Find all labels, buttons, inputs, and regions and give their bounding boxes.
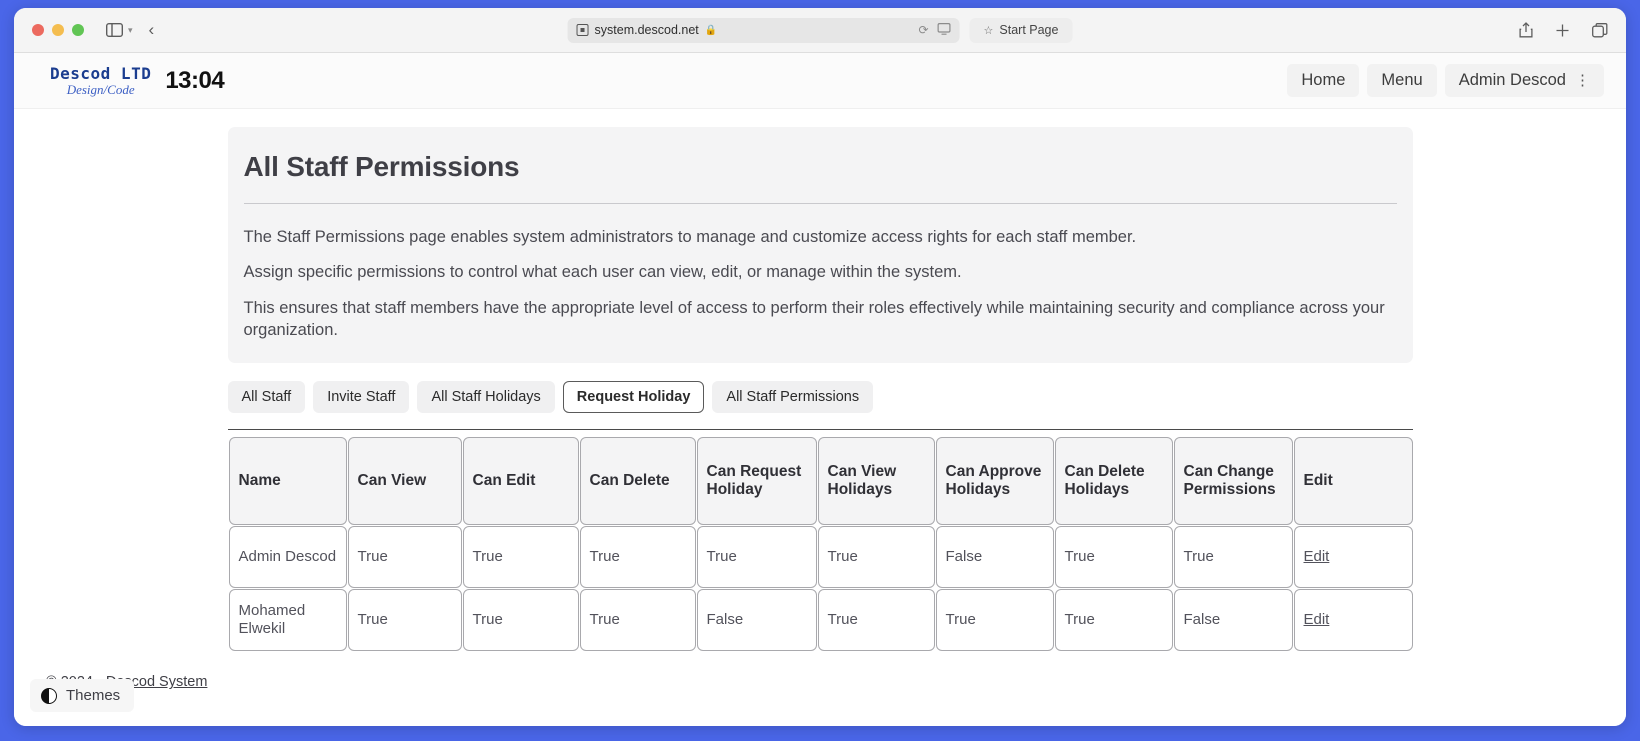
cell-name: Admin Descod (228, 526, 347, 589)
col-header-can-edit: Can Edit (462, 437, 579, 526)
lock-icon: 🔒 (704, 24, 718, 36)
contrast-icon (41, 687, 57, 704)
cell-can-delete-holidays: True (1054, 526, 1173, 589)
chevron-left-icon[interactable]: ‹ (149, 20, 155, 40)
maximize-window-button[interactable] (72, 24, 84, 36)
brand-block: Descod LTD Design/Code 13:04 (50, 63, 225, 97)
col-header-can-delete: Can Delete (579, 437, 696, 526)
clock: 13:04 (165, 66, 225, 94)
col-header-can-view-holidays: Can View Holidays (817, 437, 935, 526)
cell-can-edit: True (462, 526, 579, 589)
themes-label: Themes (66, 687, 121, 704)
logo-subtitle: Design/Code (66, 81, 135, 97)
tab-all-staff-holidays[interactable]: All Staff Holidays (417, 381, 555, 414)
cell-can-view-holidays: True (817, 589, 935, 652)
cell-action: Edit (1293, 589, 1413, 652)
cell-can-view: True (347, 589, 462, 652)
chevron-down-icon[interactable]: ▾ (128, 25, 133, 36)
browser-toolbar: ▾ ‹ system.descod.net 🔒 ⟳ ☆ Start Page (14, 8, 1626, 53)
page-viewport: Descod LTD Design/Code 13:04 Home Menu A… (14, 53, 1626, 726)
col-header-name: Name (228, 437, 347, 526)
reload-icon[interactable]: ⟳ (918, 23, 928, 37)
cell-can-change-permissions: True (1173, 526, 1293, 589)
col-header-can-request-holiday: Can Request Holiday (696, 437, 817, 526)
browser-window: ▾ ‹ system.descod.net 🔒 ⟳ ☆ Start Page D… (14, 8, 1626, 726)
url-text: system.descod.net (594, 23, 699, 37)
site-footer: © 2024 - Descod System (14, 674, 1626, 690)
staff-permissions-table: Name Can View Can Edit Can Delete Can Re… (228, 436, 1414, 652)
start-page-button[interactable]: ☆ Start Page (969, 17, 1073, 43)
start-page-label: Start Page (999, 23, 1059, 37)
table-row: Mohamed Elwekil True True True False Tru… (228, 589, 1413, 652)
nav-item-admin-descod[interactable]: Admin Descod ⋮ (1444, 64, 1604, 97)
cell-can-edit: True (462, 589, 579, 652)
nav-item-home[interactable]: Home (1287, 64, 1360, 97)
share-icon[interactable] (1519, 22, 1533, 38)
cell-can-approve-holidays: True (935, 589, 1054, 652)
info-card: All Staff Permissions The Staff Permissi… (227, 127, 1413, 364)
screen-share-icon[interactable] (937, 22, 951, 38)
cell-can-delete-holidays: True (1054, 589, 1173, 652)
cell-can-request-holiday: False (696, 589, 817, 652)
minimize-window-button[interactable] (52, 24, 64, 36)
col-header-can-change-permissions: Can Change Permissions (1173, 437, 1293, 526)
address-bar[interactable]: system.descod.net 🔒 ⟳ (567, 17, 960, 43)
table-top-rule (227, 429, 1413, 431)
cell-name: Mohamed Elwekil (228, 589, 347, 652)
close-window-button[interactable] (32, 24, 44, 36)
cell-can-view-holidays: True (817, 526, 935, 589)
col-header-can-view: Can View (347, 437, 462, 526)
col-header-can-approve-holidays: Can Approve Holidays (935, 437, 1054, 526)
address-bar-area: system.descod.net 🔒 ⟳ ☆ Start Page (567, 17, 1073, 43)
tab-button-row: All Staff Invite Staff All Staff Holiday… (227, 381, 1413, 414)
cell-can-request-holiday: True (696, 526, 817, 589)
tab-request-holiday[interactable]: Request Holiday (562, 381, 705, 414)
edit-link[interactable]: Edit (1304, 548, 1330, 565)
tab-overview-icon[interactable] (1592, 22, 1608, 38)
table-header-row: Name Can View Can Edit Can Delete Can Re… (228, 437, 1413, 526)
logo-title: Descod LTD (50, 63, 152, 83)
edit-link[interactable]: Edit (1304, 611, 1330, 628)
sidebar-icon[interactable] (106, 23, 123, 37)
kebab-menu-icon[interactable]: ⋮ (1575, 73, 1590, 88)
tab-all-staff-permissions[interactable]: All Staff Permissions (712, 381, 874, 414)
themes-button[interactable]: Themes (30, 679, 135, 712)
plus-icon[interactable] (1555, 23, 1570, 38)
page-title: All Staff Permissions (243, 151, 520, 182)
cell-can-delete: True (579, 589, 696, 652)
logo[interactable]: Descod LTD Design/Code (50, 63, 152, 97)
table-row: Admin Descod True True True True True Fa… (228, 526, 1413, 589)
cell-can-approve-holidays: False (935, 526, 1054, 589)
intro-paragraph-3: This ensures that staff members have the… (243, 298, 1385, 339)
table-header: Name Can View Can Edit Can Delete Can Re… (228, 437, 1413, 526)
page-content: All Staff Permissions The Staff Permissi… (14, 109, 1626, 690)
content-container: All Staff Permissions The Staff Permissi… (227, 127, 1414, 652)
cell-can-view: True (347, 526, 462, 589)
col-header-edit: Edit (1293, 437, 1413, 526)
intro-paragraph-1: The Staff Permissions page enables syste… (243, 228, 1137, 246)
star-icon: ☆ (983, 24, 994, 37)
main-nav: Home Menu Admin Descod ⋮ (1287, 64, 1604, 97)
tab-invite-staff[interactable]: Invite Staff (313, 381, 410, 414)
title-divider (243, 203, 1397, 204)
intro-paragraph-2: Assign specific permissions to control w… (243, 263, 962, 282)
site-header: Descod LTD Design/Code 13:04 Home Menu A… (14, 53, 1626, 109)
window-controls (32, 24, 84, 36)
nav-item-menu[interactable]: Menu (1367, 64, 1437, 97)
cell-action: Edit (1293, 526, 1413, 589)
col-header-can-delete-holidays: Can Delete Holidays (1054, 437, 1173, 526)
toolbar-right-actions (1519, 22, 1608, 38)
table-body: Admin Descod True True True True True Fa… (228, 526, 1413, 652)
page-icon (576, 24, 589, 36)
cell-can-delete: True (579, 526, 696, 589)
tab-all-staff[interactable]: All Staff (227, 381, 306, 414)
nav-item-label: Admin Descod (1458, 71, 1566, 89)
cell-can-change-permissions: False (1173, 589, 1293, 652)
